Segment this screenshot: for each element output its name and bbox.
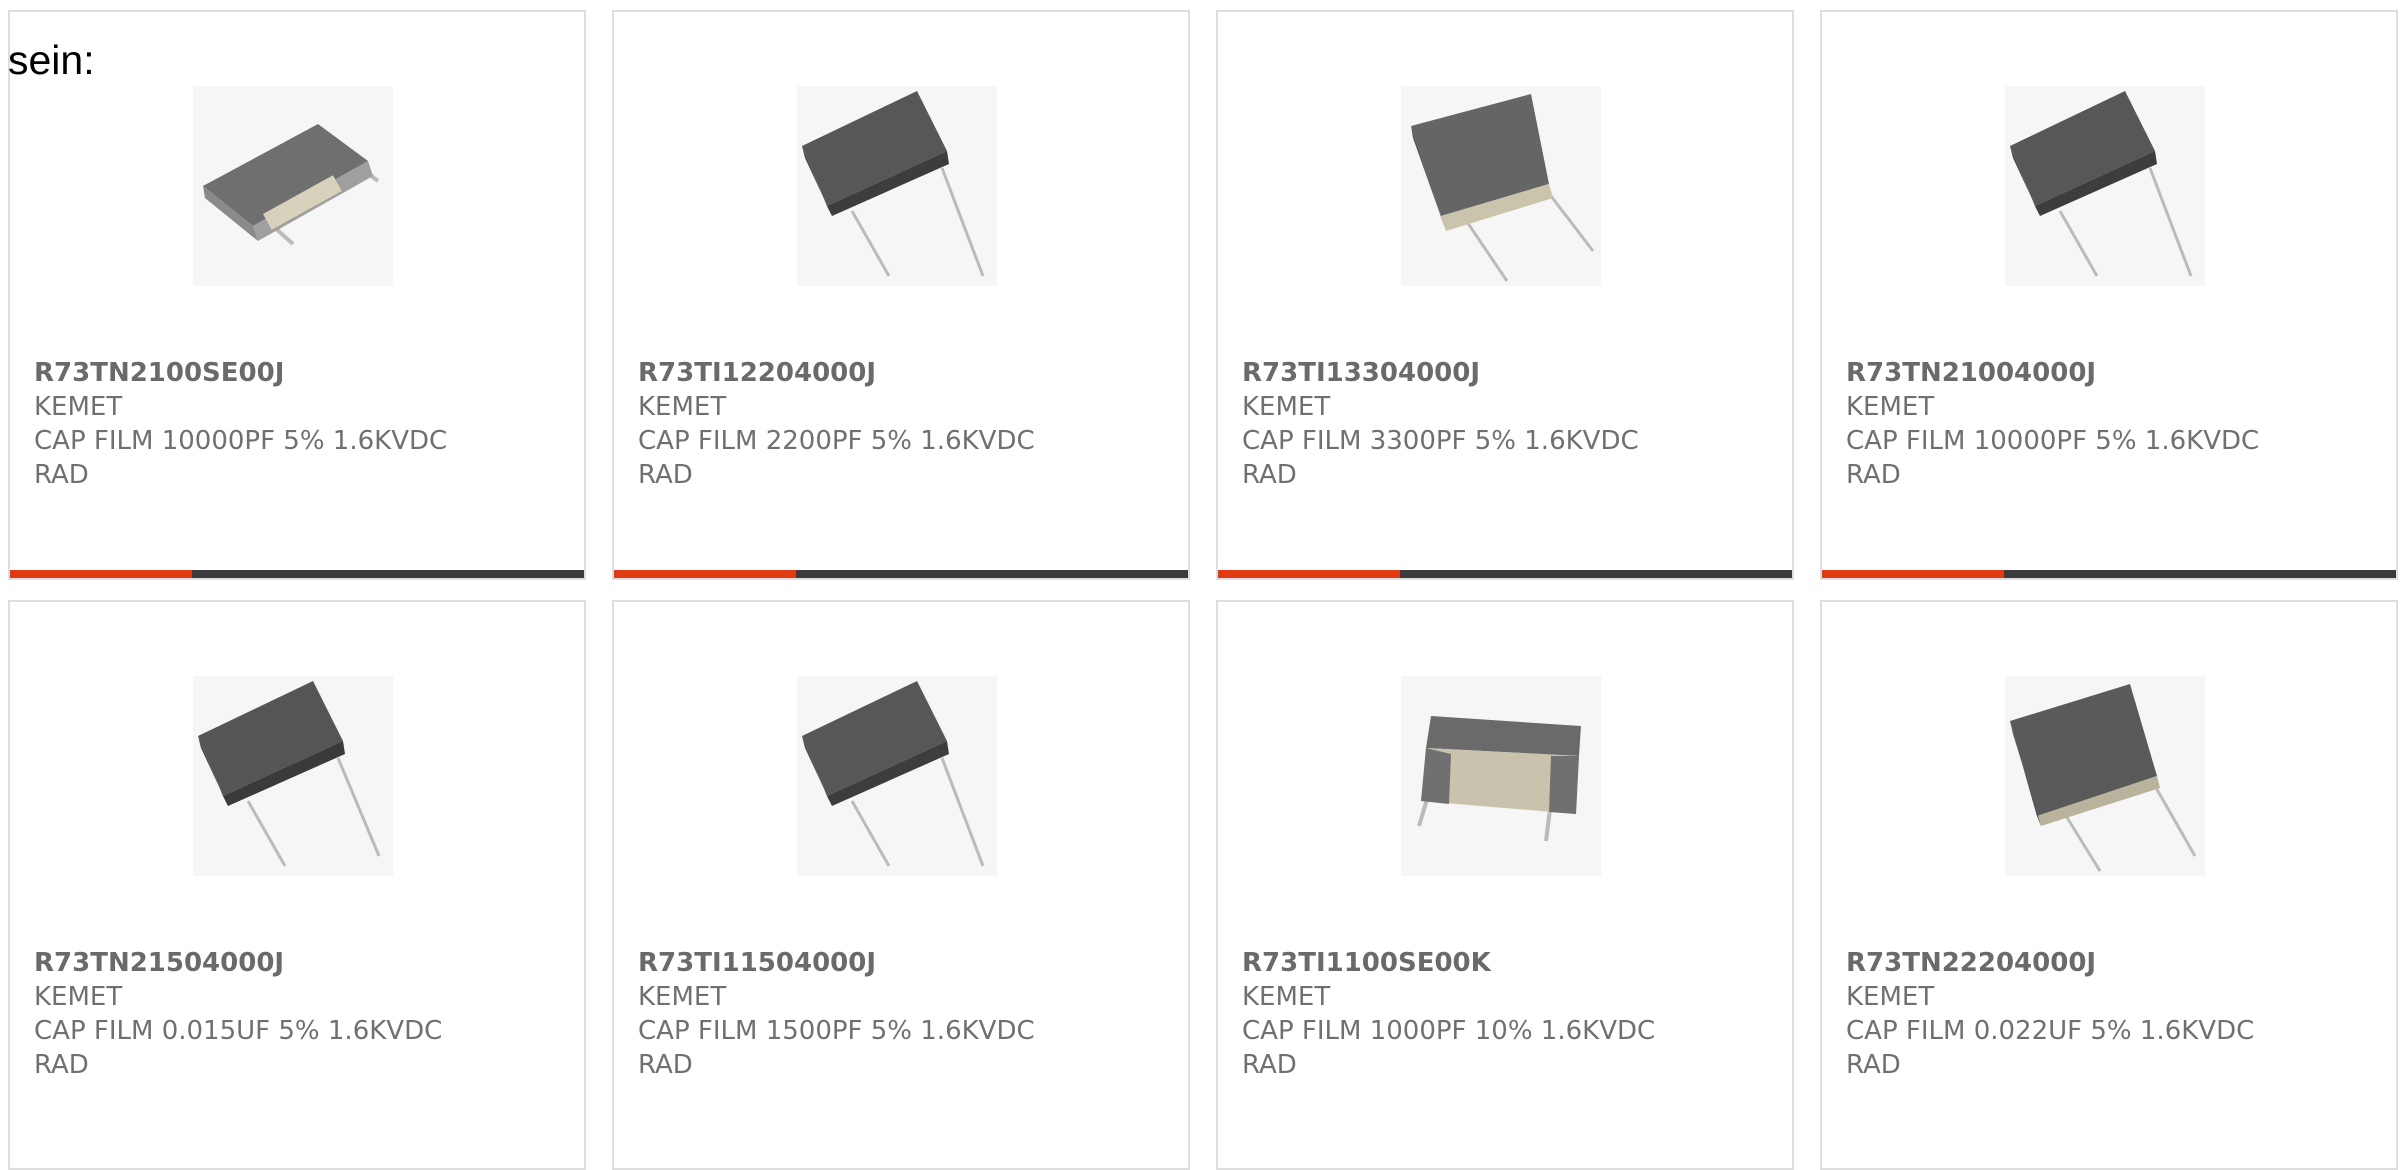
description: CAP FILM 10000PF 5% 1.6KVDC bbox=[1846, 426, 2260, 456]
product-card[interactable]: R73TN21004000J KEMET CAP FILM 10000PF 5%… bbox=[1820, 10, 2398, 580]
card-footer-bar bbox=[1218, 570, 1792, 578]
description: CAP FILM 1000PF 10% 1.6KVDC bbox=[1242, 1016, 1656, 1046]
part-number[interactable]: R73TI1100SE00K bbox=[1242, 946, 1772, 980]
description-line2: RAD bbox=[1846, 460, 1901, 490]
product-card[interactable]: R73TI11504000J KEMET CAP FILM 1500PF 5% … bbox=[612, 600, 1190, 1170]
part-number[interactable]: R73TI12204000J bbox=[638, 356, 1168, 390]
manufacturer: KEMET bbox=[1242, 982, 1331, 1012]
description-line2: RAD bbox=[34, 1050, 89, 1080]
product-card[interactable]: R73TN22204000J KEMET CAP FILM 0.022UF 5%… bbox=[1820, 600, 2398, 1170]
card-accent bbox=[1822, 570, 2004, 578]
card-accent bbox=[614, 570, 796, 578]
product-info: R73TN22204000J KEMET CAP FILM 0.022UF 5%… bbox=[1846, 946, 2376, 1082]
capacitor-image bbox=[1401, 676, 1601, 876]
product-info: R73TI11504000J KEMET CAP FILM 1500PF 5% … bbox=[638, 946, 1168, 1082]
manufacturer: KEMET bbox=[1242, 392, 1331, 422]
description: CAP FILM 1500PF 5% 1.6KVDC bbox=[638, 1016, 1035, 1046]
part-number[interactable]: R73TN21504000J bbox=[34, 946, 564, 980]
card-footer-bar bbox=[1822, 570, 2396, 578]
product-card[interactable]: R73TN21504000J KEMET CAP FILM 0.015UF 5%… bbox=[8, 600, 586, 1170]
description-line2: RAD bbox=[34, 460, 89, 490]
part-number[interactable]: R73TI11504000J bbox=[638, 946, 1168, 980]
product-info: R73TN2100SE00J KEMET CAP FILM 10000PF 5%… bbox=[34, 356, 564, 492]
card-accent bbox=[10, 570, 192, 578]
part-number[interactable]: R73TI13304000J bbox=[1242, 356, 1772, 390]
manufacturer: KEMET bbox=[638, 392, 727, 422]
description: CAP FILM 0.015UF 5% 1.6KVDC bbox=[34, 1016, 443, 1046]
product-card[interactable]: R73TI13304000J KEMET CAP FILM 3300PF 5% … bbox=[1216, 10, 1794, 580]
description: CAP FILM 2200PF 5% 1.6KVDC bbox=[638, 426, 1035, 456]
description-line2: RAD bbox=[1242, 460, 1297, 490]
manufacturer: KEMET bbox=[34, 392, 123, 422]
capacitor-image bbox=[797, 676, 997, 876]
part-number[interactable]: R73TN2100SE00J bbox=[34, 356, 564, 390]
capacitor-image bbox=[193, 86, 393, 286]
product-info: R73TI13304000J KEMET CAP FILM 3300PF 5% … bbox=[1242, 356, 1772, 492]
manufacturer: KEMET bbox=[34, 982, 123, 1012]
intro-text: sein: bbox=[8, 37, 95, 83]
manufacturer: KEMET bbox=[638, 982, 727, 1012]
description-line2: RAD bbox=[638, 1050, 693, 1080]
product-info: R73TN21004000J KEMET CAP FILM 10000PF 5%… bbox=[1846, 356, 2376, 492]
card-accent bbox=[1218, 570, 1400, 578]
capacitor-image bbox=[193, 676, 393, 876]
manufacturer: KEMET bbox=[1846, 982, 1935, 1012]
description-line2: RAD bbox=[1242, 1050, 1297, 1080]
manufacturer: KEMET bbox=[1846, 392, 1935, 422]
description: CAP FILM 0.022UF 5% 1.6KVDC bbox=[1846, 1016, 2255, 1046]
product-card[interactable]: R73TI1100SE00K KEMET CAP FILM 1000PF 10%… bbox=[1216, 600, 1794, 1170]
product-info: R73TI1100SE00K KEMET CAP FILM 1000PF 10%… bbox=[1242, 946, 1772, 1082]
product-card[interactable]: R73TN2100SE00J KEMET CAP FILM 10000PF 5%… bbox=[8, 10, 586, 580]
description: CAP FILM 10000PF 5% 1.6KVDC bbox=[34, 426, 448, 456]
product-info: R73TI12204000J KEMET CAP FILM 2200PF 5% … bbox=[638, 356, 1168, 492]
card-footer-bar bbox=[614, 570, 1188, 578]
description: CAP FILM 3300PF 5% 1.6KVDC bbox=[1242, 426, 1639, 456]
capacitor-image bbox=[2005, 676, 2205, 876]
product-card[interactable]: R73TI12204000J KEMET CAP FILM 2200PF 5% … bbox=[612, 10, 1190, 580]
product-info: R73TN21504000J KEMET CAP FILM 0.015UF 5%… bbox=[34, 946, 564, 1082]
capacitor-image bbox=[797, 86, 997, 286]
card-footer-bar bbox=[10, 570, 584, 578]
description-line2: RAD bbox=[1846, 1050, 1901, 1080]
capacitor-image bbox=[2005, 86, 2205, 286]
part-number[interactable]: R73TN21004000J bbox=[1846, 356, 2376, 390]
description-line2: RAD bbox=[638, 460, 693, 490]
product-grid: R73TN2100SE00J KEMET CAP FILM 10000PF 5%… bbox=[8, 10, 2400, 1170]
capacitor-image bbox=[1401, 86, 1601, 286]
part-number[interactable]: R73TN22204000J bbox=[1846, 946, 2376, 980]
